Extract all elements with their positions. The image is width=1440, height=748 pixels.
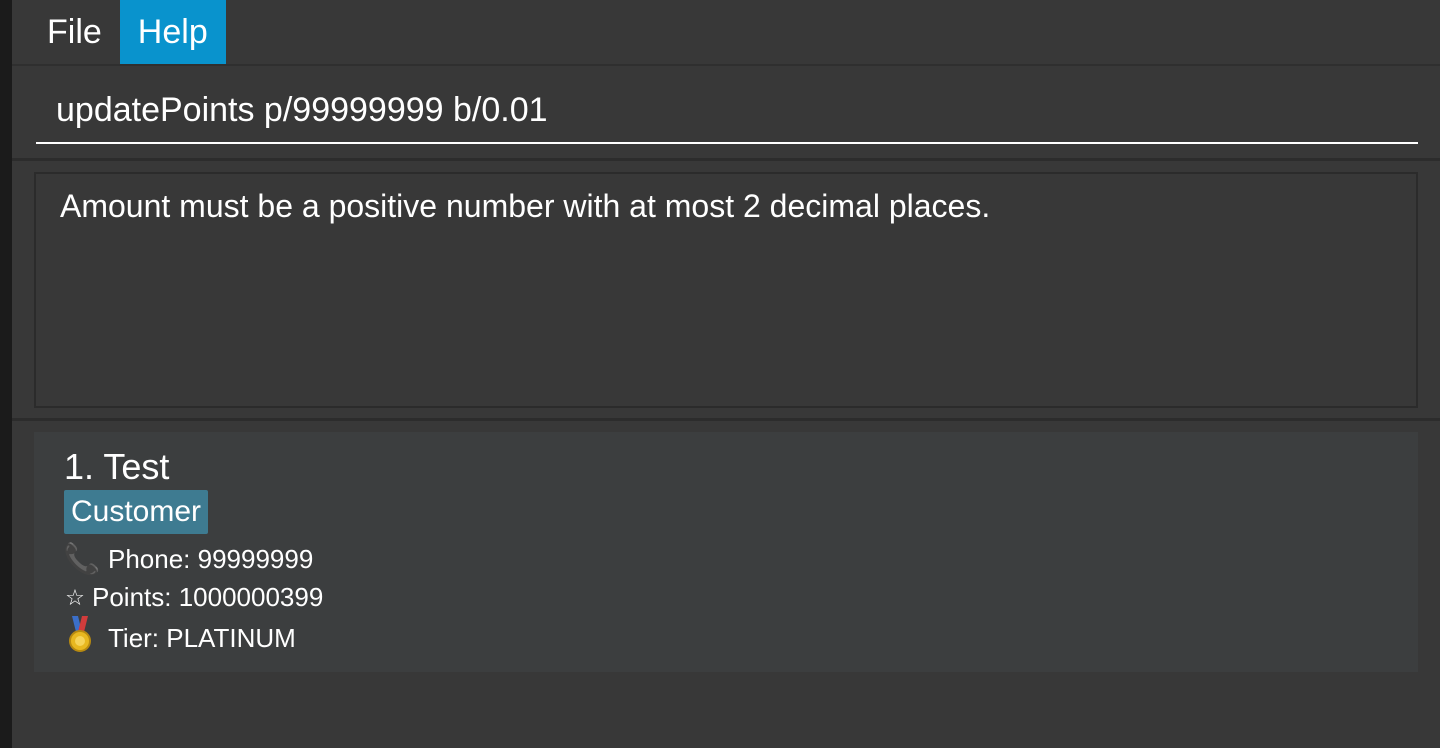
customer-name: 1. Test <box>64 446 170 487</box>
tier-row: Tier: PLATINUM <box>62 616 296 661</box>
medal-icon <box>62 616 98 661</box>
menu-file[interactable]: File <box>12 0 120 64</box>
customer-card[interactable]: 1. Test Customer 📞 Phone: 99999999 ☆ Poi… <box>34 432 1418 672</box>
phone-label: Phone: 99999999 <box>108 544 314 574</box>
points-row: ☆ Points: 1000000399 <box>62 582 323 613</box>
star-icon: ☆ <box>65 584 85 610</box>
command-box <box>12 66 1440 161</box>
result-display-panel: Amount must be a positive number with at… <box>12 161 1440 421</box>
points-label: Points: 1000000399 <box>92 582 324 612</box>
phone-row: 📞 Phone: 99999999 <box>62 542 313 577</box>
menu-bar: File Help <box>12 0 1440 66</box>
result-display[interactable]: Amount must be a positive number with at… <box>34 172 1418 408</box>
main-window: File Help Amount must be a positive numb… <box>12 0 1440 748</box>
customer-list[interactable]: 1. Test Customer 📞 Phone: 99999999 ☆ Poi… <box>12 421 1440 748</box>
result-message: Amount must be a positive number with at… <box>60 188 991 224</box>
command-input[interactable] <box>36 78 1418 144</box>
tier-label: Tier: PLATINUM <box>108 623 296 653</box>
menu-help[interactable]: Help <box>119 0 226 64</box>
phone-icon: 📞 <box>63 543 101 576</box>
customer-tag: Customer <box>64 490 209 534</box>
